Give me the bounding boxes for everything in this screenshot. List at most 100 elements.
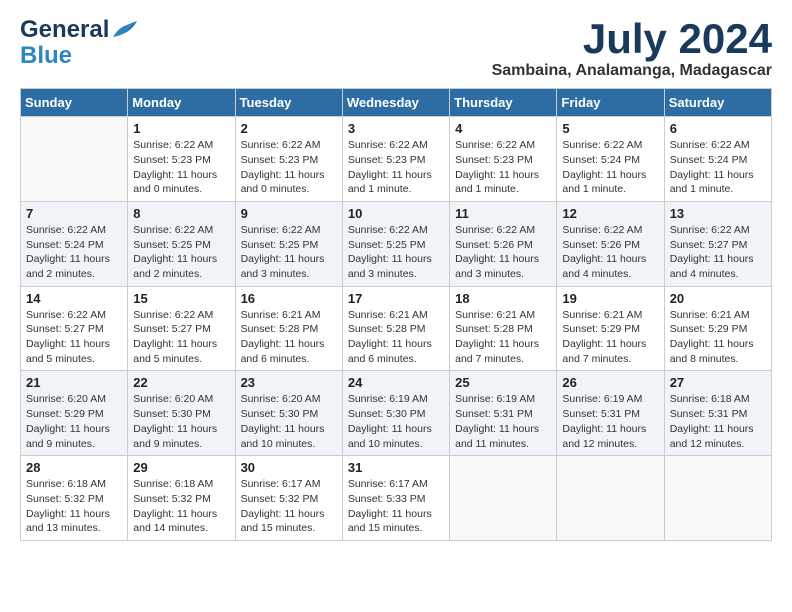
day-info: Sunrise: 6:22 AMSunset: 5:23 PMDaylight:… — [348, 138, 444, 197]
day-number: 17 — [348, 291, 444, 306]
weekday-header-row: SundayMondayTuesdayWednesdayThursdayFrid… — [21, 89, 772, 117]
day-cell — [21, 117, 128, 202]
day-cell: 11Sunrise: 6:22 AMSunset: 5:26 PMDayligh… — [450, 201, 557, 286]
day-cell: 10 Sunrise: 6:22 AMSunset: 5:25 PMDayligh… — [342, 201, 449, 286]
day-info: Sunrise: 6:21 AMSunset: 5:28 PMDaylight:… — [348, 308, 444, 367]
day-info: Sunrise: 6:22 AMSunset: 5:24 PMDaylight:… — [670, 138, 766, 197]
day-number: 24 — [348, 375, 444, 390]
day-info: Sunrise: 6:22 AMSunset: 5:27 PMDaylight:… — [670, 223, 766, 282]
day-cell: 22 Sunrise: 6:20 AMSunset: 5:30 PMDayligh… — [128, 371, 235, 456]
day-cell: 4 Sunrise: 6:22 AMSunset: 5:23 PMDaylight… — [450, 117, 557, 202]
day-number: 31 — [348, 460, 444, 475]
day-info: Sunrise: 6:22 AMSunset: 5:26 PMDaylight:… — [562, 223, 658, 282]
day-cell: 20 Sunrise: 6:21 AMSunset: 5:29 PMDayligh… — [664, 286, 771, 371]
day-cell: 3 Sunrise: 6:22 AMSunset: 5:23 PMDaylight… — [342, 117, 449, 202]
day-cell: 12 Sunrise: 6:22 AMSunset: 5:26 PMDayligh… — [557, 201, 664, 286]
week-row-5: 28Sunrise: 6:18 AMSunset: 5:32 PMDayligh… — [21, 456, 772, 541]
day-info: Sunrise: 6:22 AMSunset: 5:27 PMDaylight:… — [26, 308, 122, 367]
day-cell: 19 Sunrise: 6:21 AMSunset: 5:29 PMDayligh… — [557, 286, 664, 371]
day-cell — [450, 456, 557, 541]
day-cell: 17 Sunrise: 6:21 AMSunset: 5:28 PMDayligh… — [342, 286, 449, 371]
day-cell: 21Sunrise: 6:20 AMSunset: 5:29 PMDayligh… — [21, 371, 128, 456]
day-number: 6 — [670, 121, 766, 136]
logo-bird-icon — [109, 19, 139, 41]
day-info: Sunrise: 6:17 AMSunset: 5:32 PMDaylight:… — [241, 477, 337, 536]
day-info: Sunrise: 6:22 AMSunset: 5:23 PMDaylight:… — [455, 138, 551, 197]
day-number: 20 — [670, 291, 766, 306]
day-info: Sunrise: 6:22 AMSunset: 5:25 PMDaylight:… — [133, 223, 229, 282]
day-number: 28 — [26, 460, 122, 475]
month-title: July 2024 — [492, 16, 772, 62]
day-cell: 16 Sunrise: 6:21 AMSunset: 5:28 PMDayligh… — [235, 286, 342, 371]
day-number: 16 — [241, 291, 337, 306]
day-info: Sunrise: 6:19 AMSunset: 5:31 PMDaylight:… — [562, 392, 658, 451]
day-cell — [664, 456, 771, 541]
day-cell: 24 Sunrise: 6:19 AMSunset: 5:30 PMDayligh… — [342, 371, 449, 456]
logo-general: General — [20, 16, 109, 44]
day-cell: 23 Sunrise: 6:20 AMSunset: 5:30 PMDayligh… — [235, 371, 342, 456]
day-number: 11 — [455, 206, 551, 221]
day-cell: 1 Sunrise: 6:22 AMSunset: 5:23 PMDaylight… — [128, 117, 235, 202]
day-info: Sunrise: 6:21 AMSunset: 5:29 PMDaylight:… — [670, 308, 766, 367]
day-info: Sunrise: 6:22 AMSunset: 5:25 PMDaylight:… — [348, 223, 444, 282]
day-number: 14 — [26, 291, 122, 306]
day-info: Sunrise: 6:20 AMSunset: 5:30 PMDaylight:… — [241, 392, 337, 451]
weekday-friday: Friday — [557, 89, 664, 117]
day-number: 23 — [241, 375, 337, 390]
calendar-table: SundayMondayTuesdayWednesdayThursdayFrid… — [20, 88, 772, 541]
day-number: 30 — [241, 460, 337, 475]
day-cell: 18 Sunrise: 6:21 AMSunset: 5:28 PMDayligh… — [450, 286, 557, 371]
day-number: 7 — [26, 206, 122, 221]
day-info: Sunrise: 6:22 AMSunset: 5:24 PMDaylight:… — [562, 138, 658, 197]
weekday-thursday: Thursday — [450, 89, 557, 117]
day-info: Sunrise: 6:21 AMSunset: 5:29 PMDaylight:… — [562, 308, 658, 367]
day-info: Sunrise: 6:21 AMSunset: 5:28 PMDaylight:… — [241, 308, 337, 367]
day-info: Sunrise: 6:22 AMSunset: 5:23 PMDaylight:… — [133, 138, 229, 197]
day-cell: 30 Sunrise: 6:17 AMSunset: 5:32 PMDayligh… — [235, 456, 342, 541]
day-cell: 6 Sunrise: 6:22 AMSunset: 5:24 PMDaylight… — [664, 117, 771, 202]
day-number: 21 — [26, 375, 122, 390]
day-number: 1 — [133, 121, 229, 136]
calendar-body: 1 Sunrise: 6:22 AMSunset: 5:23 PMDaylight… — [21, 117, 772, 541]
week-row-4: 21Sunrise: 6:20 AMSunset: 5:29 PMDayligh… — [21, 371, 772, 456]
day-info: Sunrise: 6:22 AMSunset: 5:25 PMDaylight:… — [241, 223, 337, 282]
day-cell: 14 Sunrise: 6:22 AMSunset: 5:27 PMDayligh… — [21, 286, 128, 371]
title-area: July 2024 Sambaina, Analamanga, Madagasc… — [492, 16, 772, 80]
day-number: 15 — [133, 291, 229, 306]
day-cell: 5Sunrise: 6:22 AMSunset: 5:24 PMDaylight… — [557, 117, 664, 202]
day-number: 27 — [670, 375, 766, 390]
weekday-tuesday: Tuesday — [235, 89, 342, 117]
day-number: 10 — [348, 206, 444, 221]
week-row-2: 7 Sunrise: 6:22 AMSunset: 5:24 PMDaylight… — [21, 201, 772, 286]
day-cell: 27Sunrise: 6:18 AMSunset: 5:31 PMDayligh… — [664, 371, 771, 456]
day-number: 26 — [562, 375, 658, 390]
day-number: 2 — [241, 121, 337, 136]
weekday-wednesday: Wednesday — [342, 89, 449, 117]
day-cell: 2Sunrise: 6:22 AMSunset: 5:23 PMDaylight… — [235, 117, 342, 202]
location-title: Sambaina, Analamanga, Madagascar — [492, 62, 772, 80]
day-number: 22 — [133, 375, 229, 390]
day-number: 4 — [455, 121, 551, 136]
day-number: 9 — [241, 206, 337, 221]
day-number: 18 — [455, 291, 551, 306]
day-number: 29 — [133, 460, 229, 475]
weekday-sunday: Sunday — [21, 89, 128, 117]
day-info: Sunrise: 6:20 AMSunset: 5:30 PMDaylight:… — [133, 392, 229, 451]
day-cell: 15Sunrise: 6:22 AMSunset: 5:27 PMDayligh… — [128, 286, 235, 371]
day-cell: 28Sunrise: 6:18 AMSunset: 5:32 PMDayligh… — [21, 456, 128, 541]
logo-blue: Blue — [20, 42, 72, 69]
day-cell: 26 Sunrise: 6:19 AMSunset: 5:31 PMDayligh… — [557, 371, 664, 456]
header: General Blue July 2024 Sambaina, Analama… — [20, 16, 772, 80]
day-info: Sunrise: 6:21 AMSunset: 5:28 PMDaylight:… — [455, 308, 551, 367]
day-cell: 9 Sunrise: 6:22 AMSunset: 5:25 PMDaylight… — [235, 201, 342, 286]
day-number: 12 — [562, 206, 658, 221]
day-info: Sunrise: 6:22 AMSunset: 5:24 PMDaylight:… — [26, 223, 122, 282]
day-cell: 25Sunrise: 6:19 AMSunset: 5:31 PMDayligh… — [450, 371, 557, 456]
day-cell: 31 Sunrise: 6:17 AMSunset: 5:33 PMDayligh… — [342, 456, 449, 541]
day-number: 8 — [133, 206, 229, 221]
weekday-monday: Monday — [128, 89, 235, 117]
day-info: Sunrise: 6:19 AMSunset: 5:30 PMDaylight:… — [348, 392, 444, 451]
day-number: 3 — [348, 121, 444, 136]
day-info: Sunrise: 6:17 AMSunset: 5:33 PMDaylight:… — [348, 477, 444, 536]
day-number: 19 — [562, 291, 658, 306]
